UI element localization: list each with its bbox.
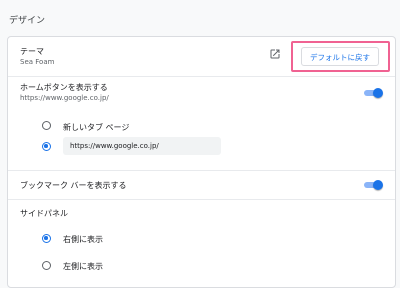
toggle-knob bbox=[373, 88, 383, 98]
appearance-card: テーマ Sea Foam デフォルトに戻す ホームボタンを表示する https:… bbox=[7, 36, 396, 288]
side-panel-left-label: 左側に表示 bbox=[63, 262, 103, 271]
home-button-label: ホームボタンを表示する bbox=[20, 83, 108, 92]
side-panel-right-radio[interactable] bbox=[42, 234, 51, 243]
theme-value: Sea Foam bbox=[20, 58, 55, 66]
home-button-toggle[interactable] bbox=[364, 88, 383, 98]
side-panel-left-radio[interactable] bbox=[42, 261, 51, 270]
open-in-new-icon[interactable] bbox=[269, 48, 281, 60]
home-button-url: https://www.google.co.jp/ bbox=[20, 94, 109, 102]
reset-theme-button[interactable]: デフォルトに戻す bbox=[301, 47, 379, 66]
separator bbox=[8, 170, 395, 171]
theme-label: テーマ bbox=[20, 47, 44, 56]
new-tab-radio[interactable] bbox=[42, 121, 51, 130]
separator bbox=[8, 199, 395, 200]
side-panel-label: サイドパネル bbox=[20, 209, 68, 218]
new-tab-label: 新しいタブ ページ bbox=[63, 123, 130, 132]
bookmarks-bar-toggle[interactable] bbox=[364, 180, 383, 190]
home-url-input[interactable] bbox=[63, 137, 221, 155]
side-panel-right-label: 右側に表示 bbox=[63, 235, 103, 244]
toggle-knob bbox=[373, 180, 383, 190]
custom-url-radio[interactable] bbox=[42, 142, 51, 151]
bookmarks-bar-label: ブックマーク バーを表示する bbox=[20, 181, 127, 190]
section-title: デザイン bbox=[9, 16, 46, 26]
separator bbox=[8, 76, 395, 77]
